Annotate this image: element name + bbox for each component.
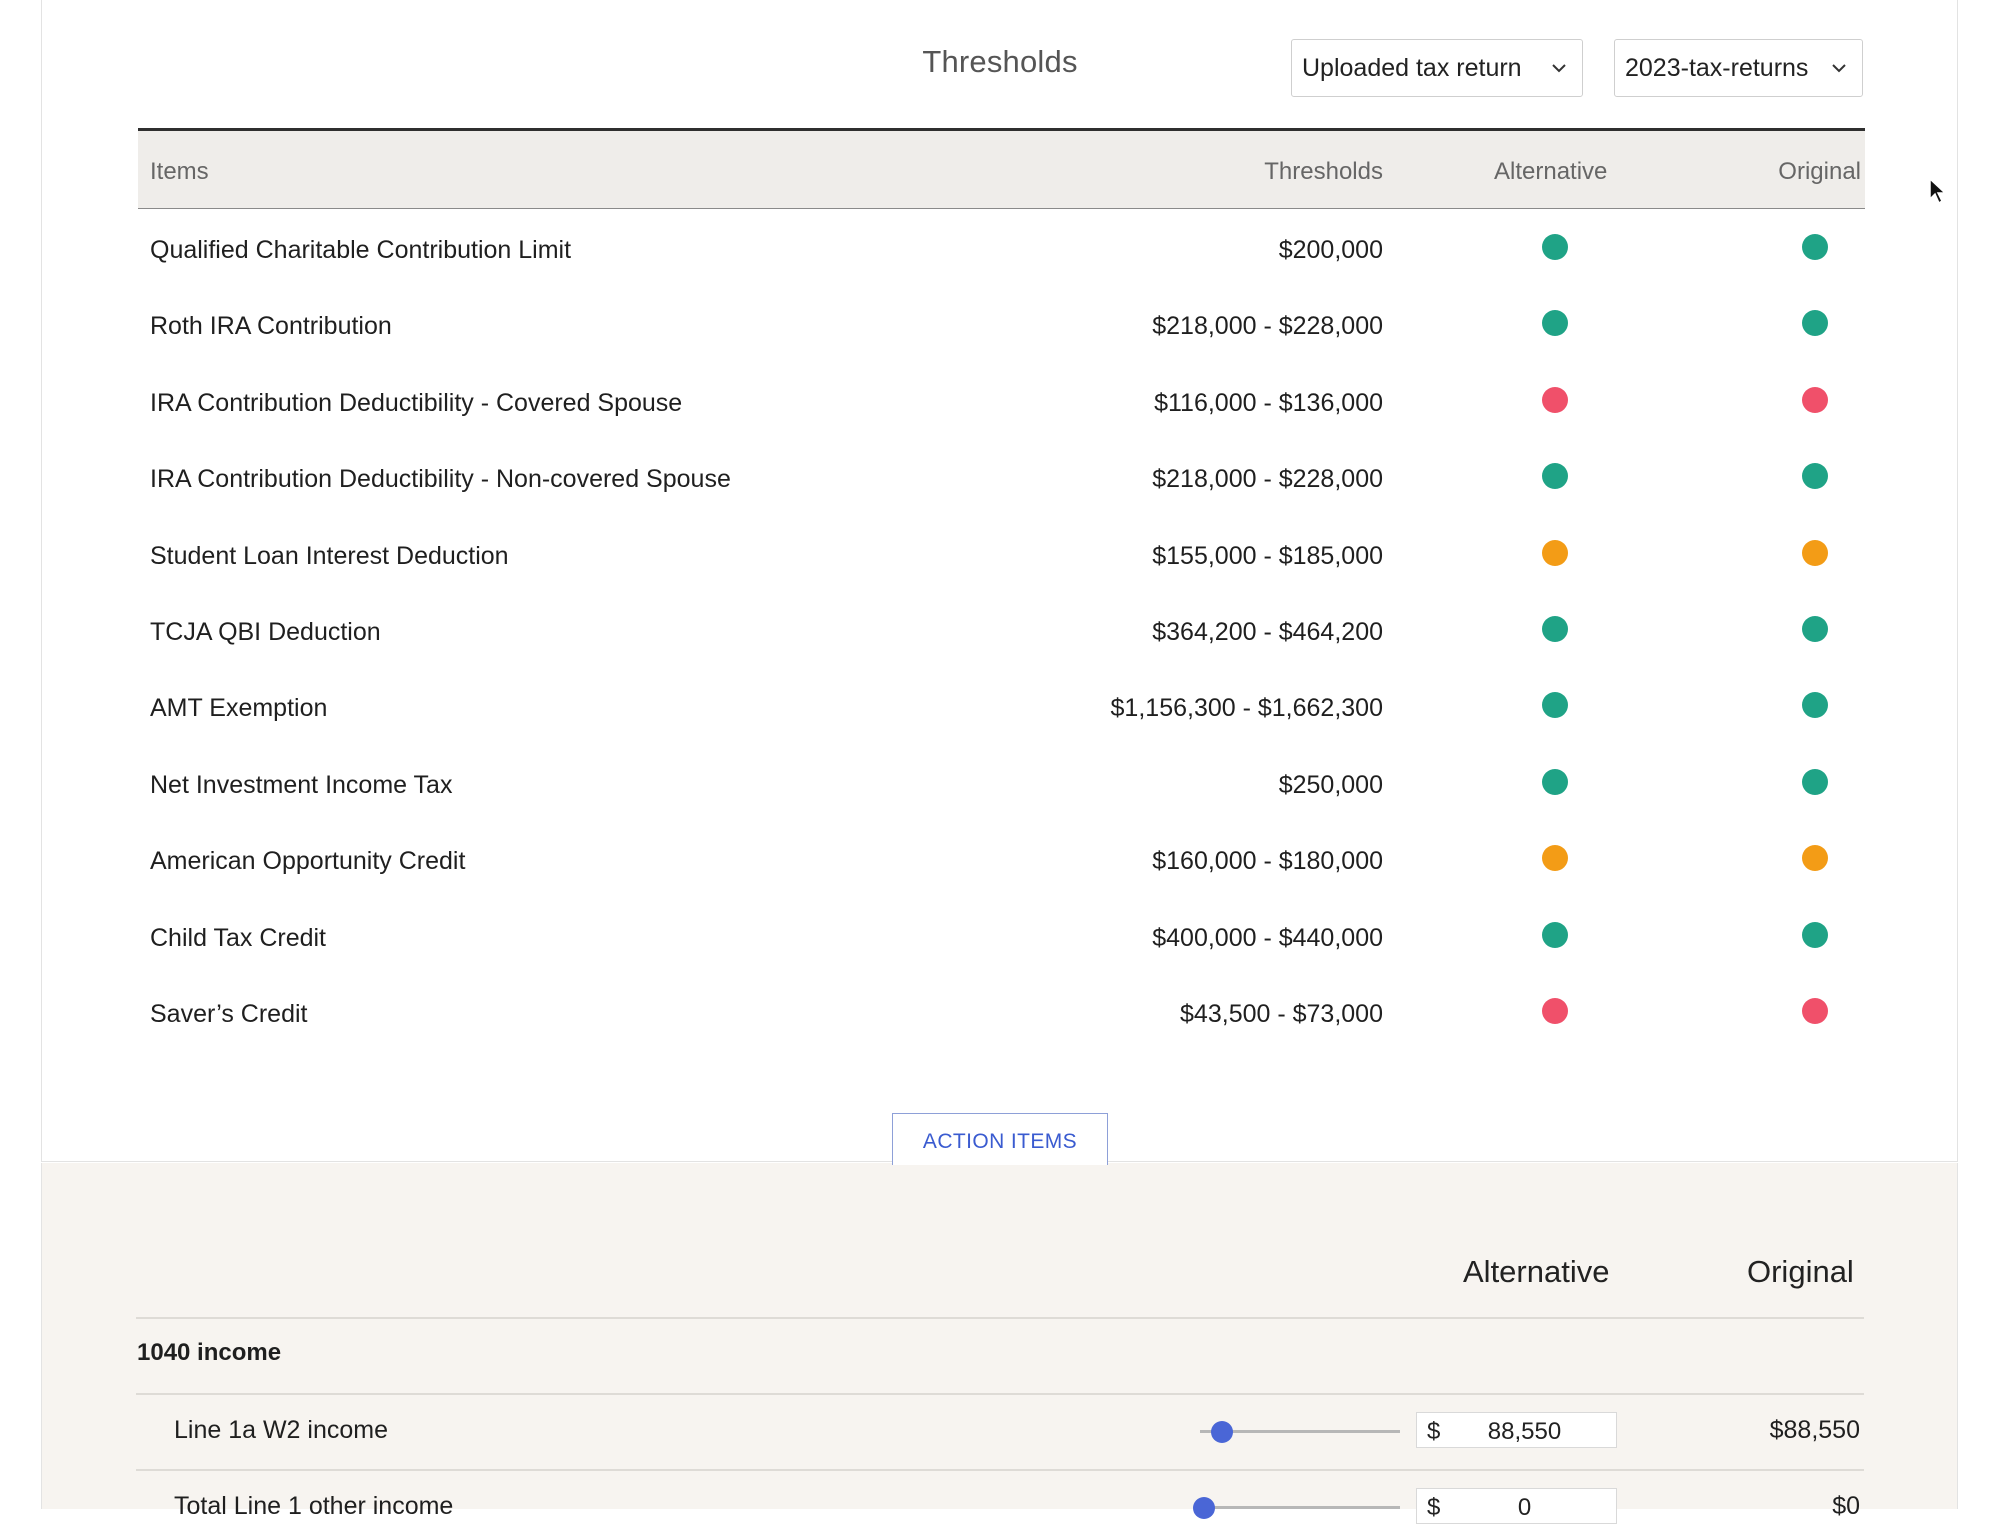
table-row: Roth IRA Contribution $218,000 - $228,000	[138, 288, 1865, 364]
threshold-item-label: Qualified Charitable Contribution Limit	[150, 236, 572, 264]
table-header: Items Thresholds Alternative Original	[138, 131, 1865, 209]
threshold-item-label: IRA Contribution Deductibility - Covered…	[150, 388, 683, 417]
threshold-range: $218,000 - $228,000	[1152, 312, 1383, 341]
alternative-status-dot	[1542, 921, 1568, 948]
table-row: Child Tax Credit $400,000 - $440,000	[138, 900, 1865, 976]
original-status-dot	[1802, 692, 1828, 719]
original-amount: $0	[1832, 1492, 1860, 1520]
original-amount: $88,550	[1769, 1416, 1860, 1444]
original-status-dot	[1802, 845, 1828, 872]
income-line-label: Total Line 1 other income	[174, 1492, 454, 1520]
original-status-dot	[1802, 386, 1828, 413]
alternative-status-dot	[1542, 692, 1568, 719]
page-title: Thresholds	[922, 44, 1078, 79]
threshold-range: $160,000 - $180,000	[1152, 847, 1383, 876]
table-row: TCJA QBI Deduction $364,200 - $464,200	[138, 594, 1865, 670]
threshold-item-label: TCJA QBI Deduction	[150, 618, 381, 646]
alternative-amount-input[interactable]: $0	[1416, 1488, 1617, 1524]
column-header-items: Items	[150, 158, 209, 185]
alternative-status-dot	[1542, 386, 1568, 413]
alternative-status-dot	[1542, 998, 1568, 1024]
threshold-item-label: Child Tax Credit	[150, 923, 327, 952]
table-row: Qualified Charitable Contribution Limit $…	[138, 212, 1865, 288]
divider	[136, 1393, 1864, 1395]
comparison-alt-header: Alternative	[1463, 1254, 1610, 1289]
slider-thumb[interactable]	[1193, 1497, 1215, 1519]
source-select-value: Uploaded tax return	[1302, 53, 1522, 82]
threshold-range: $1,156,300 - $1,662,300	[1110, 694, 1383, 723]
slider-thumb[interactable]	[1211, 1421, 1233, 1443]
section-title: 1040 income	[137, 1339, 282, 1366]
threshold-range: $250,000	[1278, 770, 1383, 799]
year-select[interactable]: 2023-tax-returns	[1614, 39, 1863, 97]
original-status-dot	[1802, 463, 1828, 490]
threshold-range: $200,000	[1278, 236, 1383, 264]
threshold-range: $43,500 - $73,000	[1180, 1000, 1383, 1028]
table-row: Net Investment Income Tax $250,000	[138, 747, 1865, 823]
original-status-dot	[1802, 768, 1828, 795]
threshold-item-label: American Opportunity Credit	[150, 847, 466, 876]
table-row: American Opportunity Credit $160,000 - $1…	[138, 823, 1865, 899]
chevron-down-icon	[1552, 64, 1566, 73]
alternative-status-dot	[1542, 616, 1568, 642]
alternative-status-dot	[1542, 234, 1568, 260]
threshold-range: $218,000 - $228,000	[1152, 465, 1383, 494]
original-status-dot	[1802, 234, 1828, 260]
alternative-status-dot	[1542, 539, 1568, 566]
threshold-range: $400,000 - $440,000	[1152, 923, 1383, 952]
alternative-amount-value: 88,550	[1487, 1418, 1562, 1445]
action-items-button[interactable]: ACTION ITEMS	[892, 1113, 1108, 1165]
column-header-thresholds: Thresholds	[1264, 158, 1383, 185]
alternative-amount-input[interactable]: $88,550	[1416, 1412, 1617, 1448]
threshold-item-label: AMT Exemption	[150, 694, 328, 723]
threshold-range: $116,000 - $136,000	[1154, 388, 1383, 417]
alternative-status-dot	[1542, 310, 1568, 337]
threshold-item-label: Student Loan Interest Deduction	[150, 541, 509, 570]
original-status-dot	[1802, 921, 1828, 948]
comparison-orig-header: Original	[1747, 1254, 1854, 1289]
table-row: IRA Contribution Deductibility - Covered…	[138, 365, 1865, 441]
divider	[136, 1317, 1864, 1319]
alternative-amount-value: 0	[1517, 1494, 1532, 1521]
threshold-item-label: Net Investment Income Tax	[150, 770, 453, 799]
threshold-range: $155,000 - $185,000	[1152, 541, 1383, 570]
threshold-range: $364,200 - $464,200	[1152, 618, 1383, 646]
year-select-value: 2023-tax-returns	[1625, 53, 1809, 82]
income-line-label: Line 1a W2 income	[174, 1416, 389, 1444]
original-status-dot	[1802, 616, 1828, 642]
divider	[136, 1469, 1864, 1471]
alternative-status-dot	[1542, 463, 1568, 490]
alternative-status-dot	[1542, 768, 1568, 795]
original-status-dot	[1802, 310, 1828, 337]
mouse-cursor-icon	[1929, 177, 1947, 205]
threshold-item-label: Saver’s Credit	[150, 1000, 308, 1028]
table-row: Saver’s Credit $43,500 - $73,000	[138, 976, 1865, 1052]
threshold-item-label: Roth IRA Contribution	[150, 312, 392, 341]
threshold-item-label: IRA Contribution Deductibility - Non-cov…	[150, 465, 731, 494]
original-status-dot	[1802, 998, 1828, 1024]
chevron-down-icon	[1832, 64, 1846, 73]
table-row: AMT Exemption $1,156,300 - $1,662,300	[138, 670, 1865, 746]
column-header-original: Original	[1778, 158, 1861, 185]
column-header-alternative: Alternative	[1494, 158, 1608, 185]
source-select[interactable]: Uploaded tax return	[1291, 39, 1583, 97]
table-row: Student Loan Interest Deduction $155,000 …	[138, 518, 1865, 594]
alternative-status-dot	[1542, 845, 1568, 872]
table-row: IRA Contribution Deductibility - Non-cov…	[138, 441, 1865, 517]
original-status-dot	[1802, 539, 1828, 566]
comparison-panel	[41, 1163, 1958, 1509]
